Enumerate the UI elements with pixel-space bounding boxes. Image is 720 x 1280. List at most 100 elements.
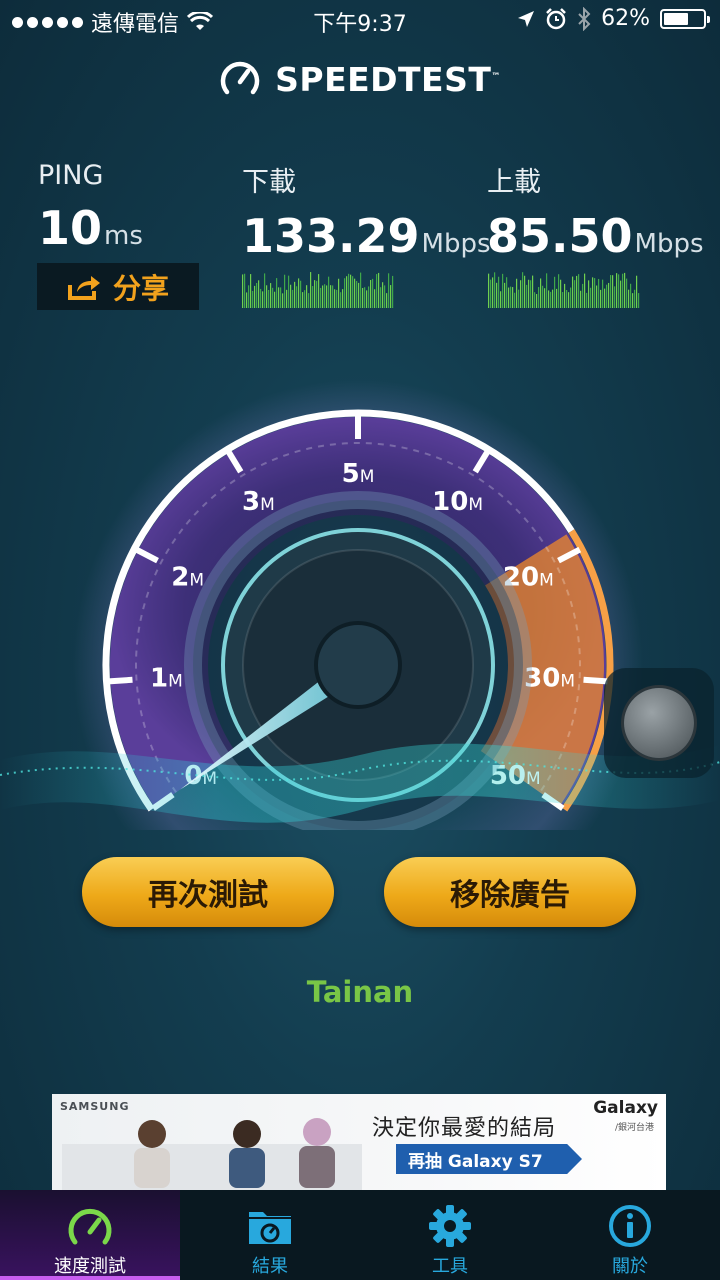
ad-headline: 決定你最愛的結局 <box>372 1116 557 1141</box>
graph-bar <box>596 285 598 308</box>
download-metric: 下載 133.29Mbps <box>242 160 491 263</box>
graph-bar <box>302 292 304 308</box>
graph-bar <box>526 284 528 308</box>
upload-unit: Mbps <box>634 229 704 259</box>
status-bar: 遠傳電信 下午9:37 62% <box>0 0 720 40</box>
tab-about[interactable]: 關於 <box>540 1190 720 1280</box>
graph-bar <box>364 287 366 308</box>
graph-bar <box>510 286 512 308</box>
graph-bar <box>262 291 264 308</box>
graph-bar <box>508 287 510 308</box>
graph-bar <box>584 273 586 308</box>
tab-results[interactable]: 結果 <box>180 1190 360 1280</box>
graph-bar <box>492 277 494 308</box>
graph-bar <box>522 272 524 308</box>
graph-bar <box>306 285 308 308</box>
info-icon <box>609 1205 651 1247</box>
graph-bar <box>548 290 550 308</box>
graph-bar <box>346 276 348 308</box>
graph-bar <box>342 289 344 308</box>
speedometer-icon <box>68 1208 112 1245</box>
graph-bar <box>256 282 258 308</box>
graph-bar <box>326 285 328 308</box>
ad-people-image <box>62 1118 362 1190</box>
graph-bar <box>612 275 614 308</box>
graph-bar <box>598 278 600 308</box>
graph-bar <box>290 284 292 308</box>
graph-bar <box>576 275 578 308</box>
alarm-icon <box>546 7 566 29</box>
graph-bar <box>312 286 314 308</box>
graph-bar <box>350 274 352 308</box>
graph-bar <box>328 276 330 308</box>
graph-bar <box>274 291 276 308</box>
graph-bar <box>540 278 542 308</box>
graph-bar <box>260 288 262 308</box>
graph-bar <box>320 287 322 308</box>
graph-bar <box>340 292 342 308</box>
graph-bar <box>362 287 364 308</box>
graph-bar <box>248 285 250 308</box>
graph-bar <box>620 280 622 308</box>
gear-icon <box>429 1205 471 1247</box>
graph-bar <box>514 292 516 308</box>
graph-bar <box>298 278 300 308</box>
graph-bar <box>564 283 566 308</box>
share-label: 分享 <box>112 271 169 305</box>
graph-bar <box>532 275 534 308</box>
download-value: 133.29 <box>242 209 420 263</box>
graph-bar <box>534 292 536 308</box>
graph-bar <box>314 280 316 308</box>
graph-bar <box>638 293 640 308</box>
ad-cta[interactable]: 再抽 Galaxy S7 <box>396 1144 582 1174</box>
ad-product: Galaxy <box>593 1098 658 1118</box>
graph-bar <box>318 274 320 308</box>
ad-banner[interactable]: SAMSUNG 決定你最愛的結局 再抽 Galaxy S7 Galaxy /銀河… <box>52 1094 666 1190</box>
battery-icon <box>660 8 710 29</box>
graph-bar <box>370 280 372 308</box>
graph-bar <box>264 273 266 308</box>
graph-bar <box>276 278 278 308</box>
assistive-touch-button[interactable] <box>604 668 714 778</box>
graph-bar <box>528 279 530 308</box>
graph-bar <box>324 284 326 308</box>
graph-bar <box>372 278 374 308</box>
graph-bar <box>608 282 610 308</box>
test-again-button[interactable]: 再次測試 <box>82 857 334 927</box>
graph-bar <box>282 293 284 308</box>
tab-tools[interactable]: 工具 <box>360 1190 540 1280</box>
graph-bar <box>374 289 376 308</box>
tab-speed-test[interactable]: 速度測試 <box>0 1190 180 1280</box>
server-location[interactable]: Tainan <box>0 975 720 1009</box>
graph-bar <box>500 291 502 308</box>
graph-bar <box>552 289 554 308</box>
tab-results-label: 結果 <box>252 1256 288 1277</box>
graph-bar <box>630 283 632 308</box>
graph-bar <box>520 280 522 308</box>
graph-bar <box>254 285 256 308</box>
graph-bar <box>300 280 302 308</box>
graph-bar <box>586 292 588 308</box>
graph-bar <box>566 290 568 308</box>
graph-bar <box>588 280 590 308</box>
graph-bar <box>242 274 244 308</box>
graph-bar <box>294 281 296 308</box>
graph-bar <box>546 273 548 308</box>
logo-text: SPEEDTEST™ <box>275 59 501 99</box>
graph-bar <box>252 290 254 308</box>
graph-bar <box>356 281 358 308</box>
graph-bar <box>614 286 616 308</box>
graph-bar <box>626 278 628 308</box>
remove-ads-button[interactable]: 移除廣告 <box>384 857 636 927</box>
ping-unit: ms <box>104 221 143 251</box>
graph-bar <box>332 285 334 308</box>
graph-bar <box>488 273 490 308</box>
graph-bar <box>286 289 288 308</box>
graph-bar <box>574 280 576 308</box>
needle-cap <box>314 621 402 709</box>
gauge-tick <box>583 676 608 685</box>
tab-bar: 速度測試 結果 工具 關於 <box>0 1190 720 1280</box>
speedometer-logo-icon <box>220 61 260 95</box>
results-folder-icon <box>249 1212 291 1244</box>
share-button[interactable]: 分享 <box>37 263 199 310</box>
